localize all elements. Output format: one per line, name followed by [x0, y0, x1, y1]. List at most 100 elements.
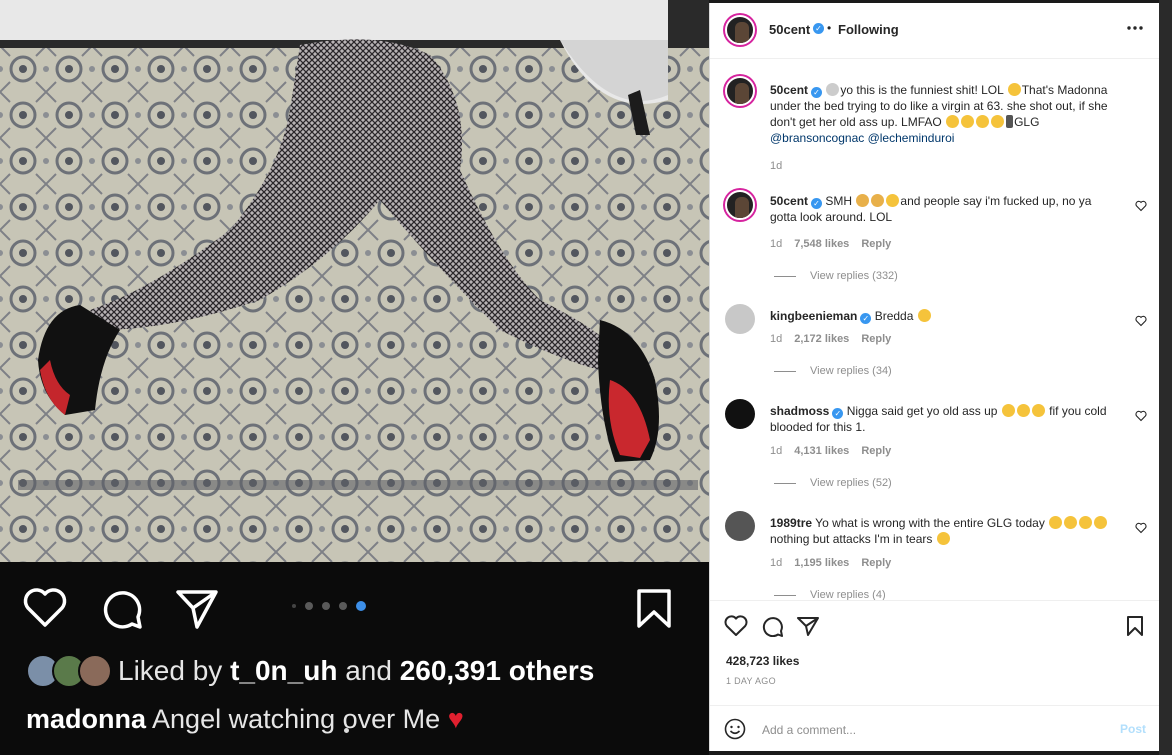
- laugh-emoji-icon: [1049, 516, 1063, 529]
- comments-list[interactable]: 50cent ✓ yo this is the funniest shit! LO…: [710, 59, 1160, 600]
- verified-badge-icon: ✓: [811, 87, 823, 98]
- comment-reply-button[interactable]: Reply: [861, 238, 891, 250]
- laugh-emoji-icon: [1031, 404, 1045, 417]
- carousel-dot: [322, 602, 330, 610]
- comment-icon[interactable]: [761, 615, 785, 637]
- following-button[interactable]: Following: [838, 22, 899, 37]
- post-age: 1 DAY AGO: [726, 676, 776, 686]
- red-heart-icon: ♥: [447, 704, 464, 734]
- window-scrollbar[interactable]: [1159, 0, 1172, 755]
- view-replies-button[interactable]: View replies (52): [774, 477, 892, 489]
- view-replies-button[interactable]: View replies (4): [774, 589, 886, 600]
- carousel-dot: [305, 602, 313, 610]
- laugh-emoji-icon: [1064, 516, 1078, 529]
- comment-meta: 1d 2,172 likes Reply: [770, 333, 891, 345]
- comment-likes[interactable]: 2,172 likes: [794, 333, 849, 345]
- bookmark-icon[interactable]: [636, 588, 672, 630]
- save-bookmark-icon[interactable]: [1125, 615, 1145, 637]
- comment-avatar[interactable]: [725, 190, 755, 220]
- comment-likes[interactable]: 1,195 likes: [794, 557, 849, 569]
- like-heart-icon[interactable]: [724, 615, 748, 637]
- laugh-emoji-icon: [1079, 516, 1093, 529]
- view-replies-button[interactable]: View replies (332): [774, 270, 898, 282]
- comment-age: 1d: [770, 333, 783, 345]
- caption-username[interactable]: madonna: [26, 704, 146, 734]
- verified-badge-icon: ✓: [860, 313, 872, 324]
- emoji-picker-icon[interactable]: [724, 718, 746, 740]
- liked-by-mid: and: [345, 655, 392, 686]
- comment-age: 1d: [770, 557, 783, 569]
- view-replies-label[interactable]: View replies (332): [810, 270, 898, 282]
- laugh-emoji-icon: [1001, 404, 1015, 417]
- liked-by-avatars[interactable]: [26, 654, 112, 688]
- view-replies-label[interactable]: View replies (34): [810, 365, 892, 377]
- traffic-light-icon: [1006, 115, 1014, 128]
- more-horizontal-icon[interactable]: [1126, 23, 1144, 33]
- comment-likes[interactable]: 4,131 likes: [794, 445, 849, 457]
- author-username[interactable]: 50cent: [769, 22, 810, 37]
- comment-username[interactable]: shadmoss: [770, 404, 829, 418]
- add-comment-input[interactable]: [760, 718, 1084, 742]
- carousel-pip: [344, 728, 349, 733]
- liked-by-count[interactable]: 260,391 others: [400, 655, 595, 687]
- comment-reply-button[interactable]: Reply: [861, 333, 891, 345]
- comment-meta: 1d 1,195 likes Reply: [770, 557, 891, 569]
- view-replies-label[interactable]: View replies (52): [810, 477, 892, 489]
- laugh-emoji-icon: [991, 115, 1005, 128]
- comment-username[interactable]: kingbeenieman: [770, 309, 857, 323]
- comment-reply-button[interactable]: Reply: [861, 445, 891, 457]
- author-avatar[interactable]: [725, 15, 755, 45]
- caption-mentions[interactable]: @bransoncognac @lecheminduroi: [770, 131, 954, 145]
- caption-text-3: GLG: [1014, 115, 1040, 129]
- comment-text: SMH: [825, 194, 853, 208]
- laugh-emoji-icon: [936, 532, 950, 545]
- carousel-dot-active: [356, 601, 366, 611]
- post-photo[interactable]: [0, 0, 709, 562]
- laugh-emoji-icon: [1016, 404, 1030, 417]
- post-side-panel: 50cent ✓ • Following 50cent ✓ yo this is …: [709, 3, 1160, 751]
- share-icon[interactable]: [175, 588, 219, 630]
- comment-like-heart-icon[interactable]: [1135, 522, 1147, 534]
- share-icon[interactable]: [796, 615, 820, 637]
- comment-reply-button[interactable]: Reply: [861, 557, 891, 569]
- clap-emoji-icon: [856, 194, 870, 207]
- comment-text: Nigga said get yo old ass up: [846, 404, 998, 418]
- comment-avatar[interactable]: [725, 399, 755, 429]
- caption-author-avatar[interactable]: [725, 76, 755, 106]
- comment-text-2: nothing but attacks I'm in tears: [770, 532, 933, 546]
- comment-meta: 1d 7,548 likes Reply: [770, 238, 891, 250]
- caption-author-username[interactable]: 50cent: [770, 83, 808, 97]
- comment-body: 1989tre Yo what is wrong with the entire…: [770, 515, 1115, 547]
- comment-like-heart-icon[interactable]: [1135, 410, 1147, 422]
- laugh-emoji-icon: [976, 115, 990, 128]
- photo-illustration: [0, 0, 709, 562]
- comment-avatar[interactable]: [725, 511, 755, 541]
- comment-body: shadmoss ✓ Nigga said get yo old ass up f…: [770, 403, 1115, 435]
- liked-by-user[interactable]: t_0n_uh: [230, 655, 337, 687]
- comment-icon[interactable]: [100, 587, 144, 631]
- caption-text: Angel watching over Me: [152, 704, 441, 734]
- verified-badge-icon: ✓: [832, 408, 844, 419]
- comment-body: kingbeenieman ✓ Bredda: [770, 308, 1115, 324]
- comment-username[interactable]: 50cent: [770, 194, 808, 208]
- carousel-indicator: [292, 601, 366, 611]
- comment-like-heart-icon[interactable]: [1135, 315, 1147, 327]
- eyes-emoji-icon: [826, 83, 840, 96]
- view-replies-label[interactable]: View replies (4): [810, 589, 886, 600]
- likes-count[interactable]: 428,723 likes: [726, 654, 799, 668]
- comment-like-heart-icon[interactable]: [1135, 200, 1147, 212]
- view-replies-button[interactable]: View replies (34): [774, 365, 892, 377]
- comment-username[interactable]: 1989tre: [770, 516, 812, 530]
- post-comment-button[interactable]: Post: [1120, 722, 1146, 736]
- comment-meta: 1d 4,131 likes Reply: [770, 445, 891, 457]
- caption-body: 50cent ✓ yo this is the funniest shit! LO…: [770, 82, 1115, 146]
- heart-icon[interactable]: [22, 587, 68, 629]
- comment-avatar[interactable]: [725, 304, 755, 334]
- liked-by-row: Liked by t_0n_uh and 260,391 others: [26, 654, 594, 688]
- verified-badge-icon: ✓: [813, 23, 824, 34]
- smirk-emoji-icon: [886, 194, 900, 207]
- verified-badge-icon: ✓: [811, 198, 823, 209]
- avatar: [78, 654, 112, 688]
- comment-likes[interactable]: 7,548 likes: [794, 238, 849, 250]
- carousel-dot: [339, 602, 347, 610]
